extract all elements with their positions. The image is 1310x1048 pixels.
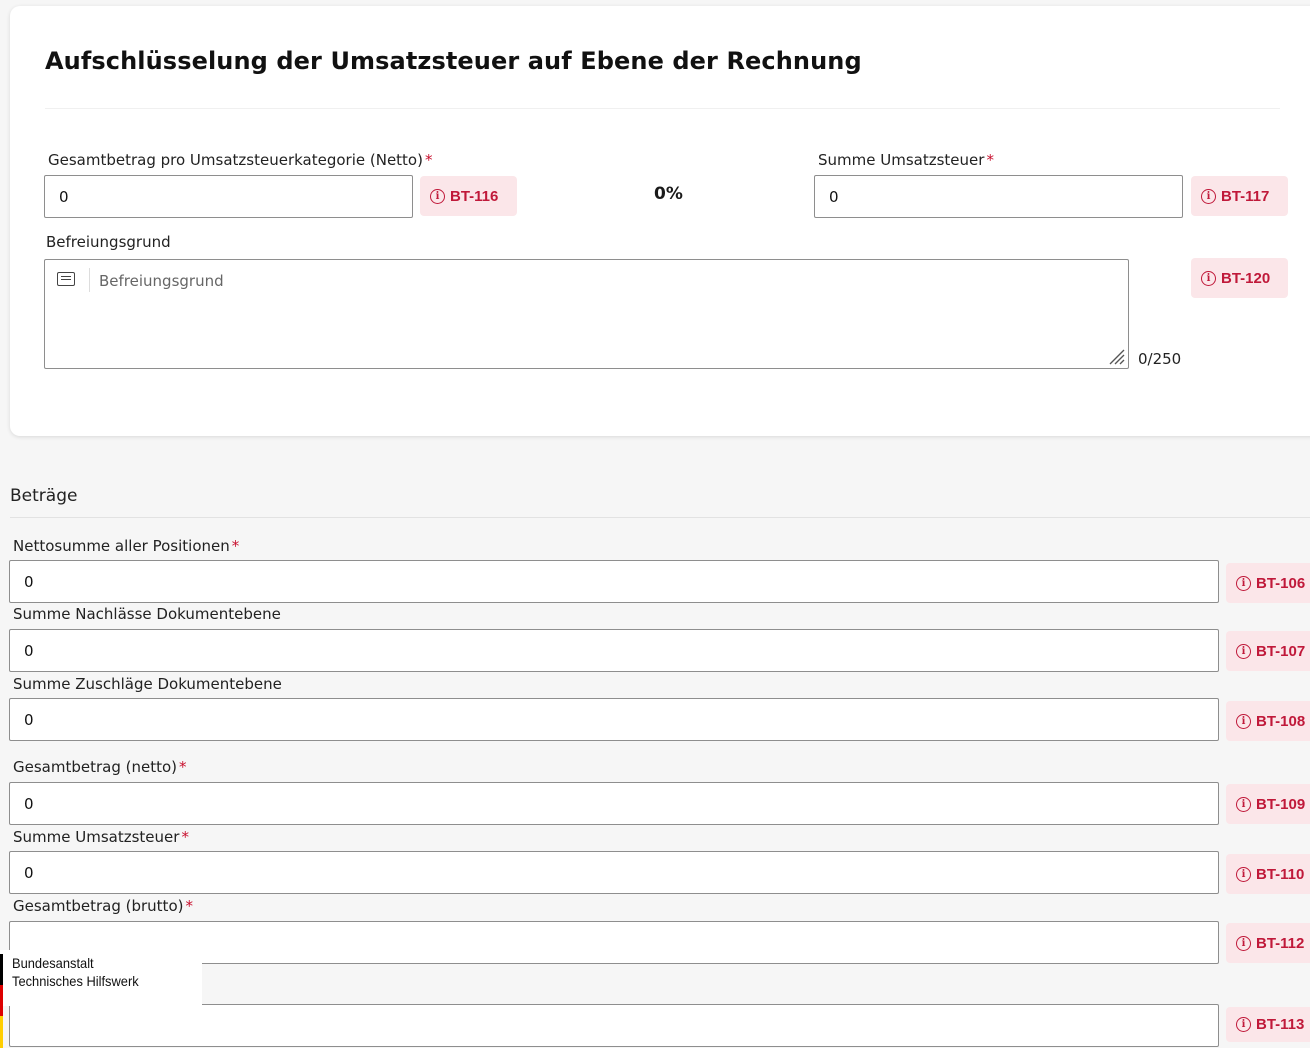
surcharges-input[interactable]: 0 [9,698,1219,741]
total-gross-label: Gesamtbetrag (brutto) * [13,897,193,915]
logo-text: Bundesanstalt Technisches Hilfswerk [12,955,139,989]
divider [10,517,1310,518]
net-positions-input[interactable]: 0 [9,560,1219,603]
bt-116-badge[interactable]: i BT-116 [420,176,517,216]
info-circle-icon: i [1236,796,1251,812]
required-mark: * [424,151,433,169]
amounts-section-title: Beträge [10,486,78,506]
total-net-label: Gesamtbetrag (netto) * [13,758,187,776]
net-amount-label: Gesamtbetrag pro Umsatzsteuerkategorie (… [48,151,433,169]
bt-117-badge[interactable]: i BT-117 [1191,176,1288,216]
bt-108-badge[interactable]: i BT-108 [1226,701,1310,741]
divider [45,108,1280,109]
vat-total-label: Summe Umsatzsteuer * [13,828,189,846]
resize-handle-icon[interactable] [1107,347,1125,365]
info-circle-icon: i [1236,713,1251,729]
card-title: Aufschlüsselung der Umsatzsteuer auf Ebe… [45,47,862,75]
char-counter: 0/250 [1138,350,1182,368]
exemption-textarea[interactable]: Befreiungsgrund [44,259,1129,369]
text-lines-icon [57,272,75,286]
discounts-label: Summe Nachlässe Dokumentebene [13,605,281,623]
separator [89,268,90,292]
thw-logo: Bundesanstalt Technisches Hilfswerk [0,950,202,1048]
vat-sum-input[interactable]: 0 [814,175,1183,218]
required-mark: * [185,897,193,915]
required-mark: * [179,758,187,776]
paid-amount-input[interactable] [9,1004,1219,1047]
exemption-label: Befreiungsgrund [46,233,171,251]
info-circle-icon: i [430,188,445,204]
bt-120-badge[interactable]: i BT-120 [1191,258,1288,298]
total-net-input[interactable]: 0 [9,782,1219,825]
info-circle-icon: i [1236,1017,1251,1032]
net-positions-label: Nettosumme aller Positionen * [13,537,240,555]
info-circle-icon: i [1201,188,1216,204]
bt-106-badge[interactable]: i BT-106 [1226,563,1310,603]
required-mark: * [231,537,240,555]
discounts-input[interactable]: 0 [9,629,1219,672]
exemption-placeholder: Befreiungsgrund [99,272,224,290]
vat-percent: 0% [654,184,683,204]
bt-110-badge[interactable]: i BT-110 [1226,854,1310,894]
required-mark: * [986,151,994,169]
info-circle-icon: i [1236,866,1251,882]
vat-total-input[interactable]: 0 [9,851,1219,894]
net-amount-input[interactable]: 0 [44,175,413,218]
info-circle-icon: i [1236,935,1251,951]
info-circle-icon: i [1236,643,1251,659]
required-mark: * [181,828,189,846]
surcharges-label: Summe Zuschläge Dokumentebene [13,675,282,693]
vat-sum-label: Summe Umsatzsteuer * [818,151,994,169]
bt-112-badge[interactable]: i BT-112 [1226,923,1310,963]
bt-107-badge[interactable]: i BT-107 [1226,631,1310,671]
bt-109-badge[interactable]: i BT-109 [1226,784,1310,824]
info-circle-icon: i [1201,270,1216,286]
bt-113-badge[interactable]: i BT-113 [1226,1007,1310,1042]
info-circle-icon: i [1236,575,1251,591]
flag-bars [0,954,3,1048]
